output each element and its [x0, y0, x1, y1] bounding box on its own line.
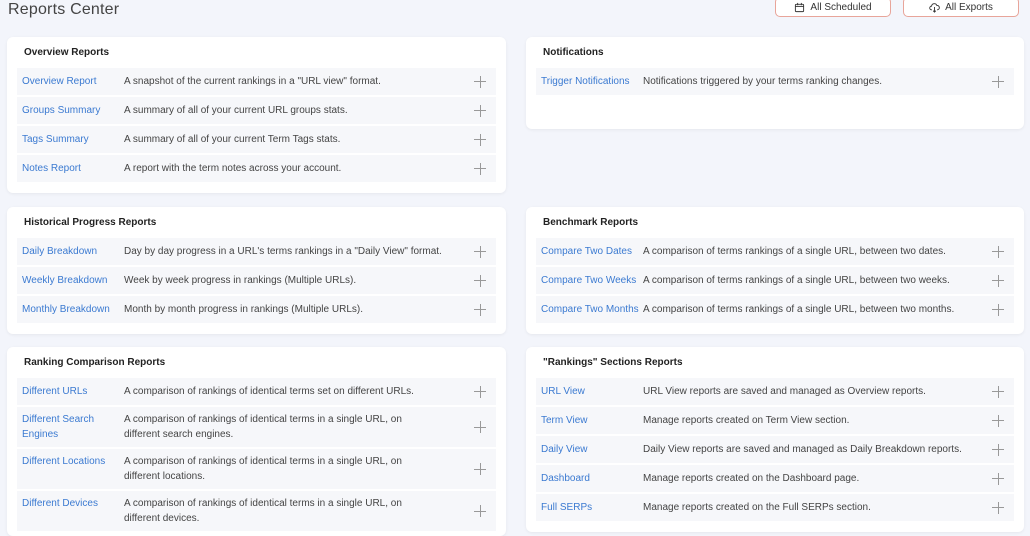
full-serps-link[interactable]: Full SERPs — [536, 500, 643, 515]
plus-icon[interactable] — [992, 245, 1004, 258]
report-description: A comparison of rankings of identical te… — [124, 456, 402, 482]
report-description: A comparison of terms rankings of a sing… — [643, 275, 950, 286]
different-search-engines-link[interactable]: Different Search Engines — [17, 412, 124, 442]
report-row: Compare Two Weeks A comparison of terms … — [536, 267, 1014, 294]
all-exports-button[interactable]: All Exports — [903, 0, 1019, 17]
plus-icon[interactable] — [474, 245, 486, 258]
all-scheduled-label: All Scheduled — [810, 1, 872, 13]
report-row: Compare Two Dates A comparison of terms … — [536, 238, 1014, 265]
report-row: Weekly Breakdown Week by week progress i… — [17, 267, 496, 294]
plus-icon[interactable] — [474, 133, 486, 146]
report-row: Trigger Notifications Notifications trig… — [536, 68, 1014, 95]
plus-icon[interactable] — [474, 505, 486, 517]
plus-icon[interactable] — [992, 443, 1004, 456]
report-row: Tags Summary A summary of all of your cu… — [17, 126, 496, 153]
term-view-link[interactable]: Term View — [536, 413, 643, 428]
plus-icon[interactable] — [474, 385, 486, 398]
monthly-breakdown-link[interactable]: Monthly Breakdown — [17, 302, 124, 317]
benchmark-reports-card: Benchmark Reports Compare Two Dates A co… — [526, 207, 1024, 334]
report-row: Different Devices A comparison of rankin… — [17, 491, 496, 531]
daily-view-link[interactable]: Daily View — [536, 442, 643, 457]
plus-icon[interactable] — [474, 75, 486, 88]
card-title: Historical Progress Reports — [24, 217, 157, 228]
plus-icon[interactable] — [992, 274, 1004, 287]
report-description: URL View reports are saved and managed a… — [643, 386, 926, 397]
url-view-link[interactable]: URL View — [536, 384, 643, 399]
report-description: Daily View reports are saved and managed… — [643, 444, 962, 455]
calendar-icon — [795, 2, 805, 12]
plus-icon[interactable] — [474, 421, 486, 433]
dashboard-link[interactable]: Dashboard — [536, 471, 643, 486]
different-devices-link[interactable]: Different Devices — [17, 496, 124, 511]
different-urls-link[interactable]: Different URLs — [17, 384, 124, 399]
report-row: Term View Manage reports created on Term… — [536, 407, 1014, 434]
ranking-comparison-card: Ranking Comparison Reports Different URL… — [7, 347, 506, 536]
report-row: Different Locations A comparison of rank… — [17, 449, 496, 489]
report-row: Daily View Daily View reports are saved … — [536, 436, 1014, 463]
different-locations-link[interactable]: Different Locations — [17, 454, 124, 469]
report-description: Month by month progress in rankings (Mul… — [124, 304, 363, 315]
plus-icon[interactable] — [474, 104, 486, 117]
page-title: Reports Center — [8, 1, 120, 18]
report-description: A summary of all of your current URL gro… — [124, 105, 348, 116]
report-description: A comparison of terms rankings of a sing… — [643, 304, 955, 315]
plus-icon[interactable] — [474, 463, 486, 475]
report-row: Different Search Engines A comparison of… — [17, 407, 496, 447]
report-description: A report with the term notes across your… — [124, 163, 342, 174]
report-description: A summary of all of your current Term Ta… — [124, 134, 341, 145]
report-row: Different URLs A comparison of rankings … — [17, 378, 496, 405]
all-scheduled-button[interactable]: All Scheduled — [775, 0, 891, 17]
report-row: Full SERPs Manage reports created on the… — [536, 494, 1014, 521]
report-row: Overview Report A snapshot of the curren… — [17, 68, 496, 95]
report-description: Notifications triggered by your terms ra… — [643, 76, 883, 87]
compare-two-months-link[interactable]: Compare Two Months — [536, 302, 643, 317]
plus-icon[interactable] — [474, 274, 486, 287]
report-row: Dashboard Manage reports created on the … — [536, 465, 1014, 492]
report-description: Week by week progress in rankings (Multi… — [124, 275, 357, 286]
report-row: Notes Report A report with the term note… — [17, 155, 496, 182]
daily-breakdown-link[interactable]: Daily Breakdown — [17, 244, 124, 259]
historical-progress-card: Historical Progress Reports Daily Breakd… — [7, 207, 506, 334]
report-description: A comparison of rankings of identical te… — [124, 498, 402, 524]
card-title: Benchmark Reports — [543, 217, 639, 228]
tags-summary-link[interactable]: Tags Summary — [17, 132, 124, 147]
report-description: Manage reports created on the Full SERPs… — [643, 502, 871, 513]
weekly-breakdown-link[interactable]: Weekly Breakdown — [17, 273, 124, 288]
groups-summary-link[interactable]: Groups Summary — [17, 103, 124, 118]
card-title: "Rankings" Sections Reports — [543, 357, 683, 368]
notifications-card: Notifications Trigger Notifications Noti… — [526, 37, 1024, 129]
report-description: A comparison of rankings of identical te… — [124, 414, 402, 440]
compare-two-weeks-link[interactable]: Compare Two Weeks — [536, 273, 643, 288]
report-row: Monthly Breakdown Month by month progres… — [17, 296, 496, 323]
plus-icon[interactable] — [992, 385, 1004, 398]
notes-report-link[interactable]: Notes Report — [17, 161, 124, 176]
overview-report-link[interactable]: Overview Report — [17, 74, 124, 89]
compare-two-dates-link[interactable]: Compare Two Dates — [536, 244, 643, 259]
plus-icon[interactable] — [992, 414, 1004, 427]
report-description: A comparison of rankings of identical te… — [124, 386, 414, 397]
plus-icon[interactable] — [992, 303, 1004, 316]
report-row: Compare Two Months A comparison of terms… — [536, 296, 1014, 323]
cloud-download-icon — [929, 2, 940, 13]
plus-icon[interactable] — [474, 162, 486, 175]
report-description: A snapshot of the current rankings in a … — [124, 76, 381, 87]
card-title: Ranking Comparison Reports — [24, 357, 166, 368]
plus-icon[interactable] — [992, 501, 1004, 514]
card-title: Overview Reports — [24, 47, 110, 58]
report-description: Manage reports created on the Dashboard … — [643, 473, 860, 484]
report-description: Day by day progress in a URL's terms ran… — [124, 246, 442, 257]
all-exports-label: All Exports — [945, 1, 993, 13]
report-description: A comparison of terms rankings of a sing… — [643, 246, 946, 257]
report-description: Manage reports created on Term View sect… — [643, 415, 850, 426]
plus-icon[interactable] — [474, 303, 486, 316]
report-row: Daily Breakdown Day by day progress in a… — [17, 238, 496, 265]
card-title: Notifications — [543, 47, 604, 58]
overview-reports-card: Overview Reports Overview Report A snaps… — [7, 37, 506, 193]
report-row: URL View URL View reports are saved and … — [536, 378, 1014, 405]
rankings-sections-card: "Rankings" Sections Reports URL View URL… — [526, 347, 1024, 532]
trigger-notifications-link[interactable]: Trigger Notifications — [536, 74, 643, 89]
report-row: Groups Summary A summary of all of your … — [17, 97, 496, 124]
plus-icon[interactable] — [992, 75, 1004, 88]
plus-icon[interactable] — [992, 472, 1004, 485]
